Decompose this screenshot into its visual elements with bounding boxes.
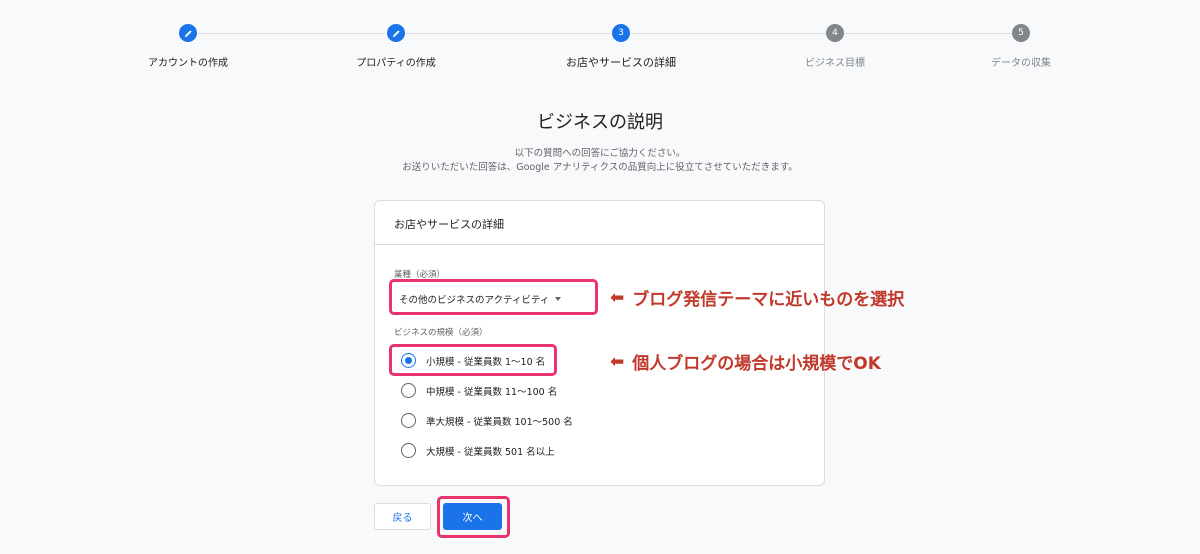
step-label: お店やサービスの詳細 <box>566 56 676 69</box>
radio-label: 中規模 - 従業員数 11～100 名 <box>426 386 558 398</box>
page-description: 以下の質問への回答にご協力ください。 お送りいただいた回答は、Google アナ… <box>0 147 1200 175</box>
step-label: プロパティの作成 <box>356 58 436 69</box>
size-option-medium[interactable]: 中規模 - 従業員数 11～100 名 <box>401 383 557 398</box>
step-account[interactable]: アカウントの作成 <box>108 24 268 69</box>
size-option-large[interactable]: 大規模 - 従業員数 501 名以上 <box>401 443 555 458</box>
next-button[interactable]: 次へ <box>443 503 502 530</box>
description-line: お送りいただいた回答は、Google アナリティクスの品質向上に役立てさせていた… <box>402 162 798 173</box>
radio-label: 大規模 - 従業員数 501 名以上 <box>426 446 555 458</box>
radio-label: 準大規模 - 従業員数 101～500 名 <box>426 416 573 428</box>
annotation-industry: ⬅ ブログ発信テーマに近いものを選択 <box>610 285 905 311</box>
description-line: 以下の質問への回答にご協力ください。 <box>514 148 686 159</box>
size-label: ビジネスの規模（必須） <box>394 328 488 338</box>
step-label: データの収集 <box>991 58 1051 69</box>
step-number: 5 <box>1012 24 1030 42</box>
step-business-goals: 4 ビジネス目標 <box>755 24 915 69</box>
radio-button[interactable] <box>401 413 416 428</box>
business-details-card: お店やサービスの詳細 業種（必須） その他のビジネスのアクティビティ ビジネスの… <box>374 200 825 486</box>
progress-stepper: アカウントの作成 プロパティの作成 3 お店やサービスの詳細 4 ビジネス目標 … <box>0 0 1200 80</box>
step-number: 4 <box>826 24 844 42</box>
annotation-text: 個人ブログの場合は小規模でOK <box>632 354 881 374</box>
radio-button[interactable] <box>401 443 416 458</box>
stepper-connector <box>844 33 1012 34</box>
stepper-connector <box>406 33 611 34</box>
step-business-details[interactable]: 3 お店やサービスの詳細 <box>541 24 701 70</box>
stepper-connector <box>198 33 385 34</box>
stepper-connector <box>631 33 826 34</box>
step-property[interactable]: プロパティの作成 <box>316 24 476 69</box>
size-option-semi-large[interactable]: 準大規模 - 従業員数 101～500 名 <box>401 413 573 428</box>
back-button[interactable]: 戻る <box>374 503 431 530</box>
pencil-icon <box>387 24 405 42</box>
card-header: お店やサービスの詳細 <box>375 201 824 245</box>
annotation-size: ⬅ 個人ブログの場合は小規模でOK <box>610 349 881 375</box>
pencil-icon <box>179 24 197 42</box>
step-number: 3 <box>612 24 630 42</box>
step-label: ビジネス目標 <box>805 58 865 69</box>
step-data-collection: 5 データの収集 <box>941 24 1101 69</box>
arrow-left-icon: ⬅ <box>610 351 625 372</box>
highlight-small-size <box>389 344 557 376</box>
arrow-left-icon: ⬅ <box>610 287 625 308</box>
page-title: ビジネスの説明 <box>537 112 663 133</box>
radio-button[interactable] <box>401 383 416 398</box>
annotation-text: ブログ発信テーマに近いものを選択 <box>632 290 905 310</box>
highlight-industry <box>389 279 598 315</box>
step-label: アカウントの作成 <box>148 58 228 69</box>
